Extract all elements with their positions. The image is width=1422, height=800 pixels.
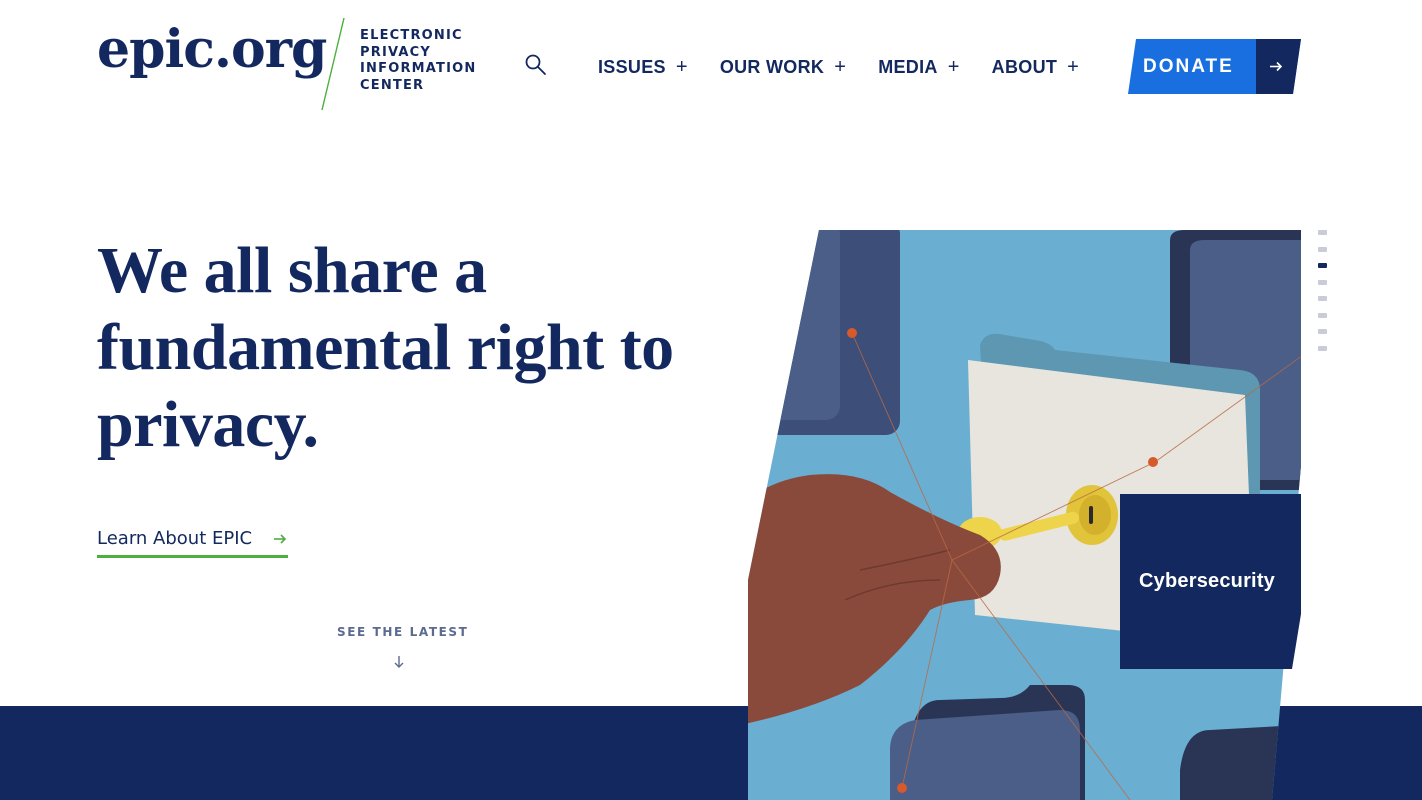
nav-label: ISSUES: [598, 57, 666, 77]
donate-label: DONATE: [1143, 56, 1234, 77]
learn-about-link[interactable]: Learn About EPIC: [97, 528, 288, 558]
logo-divider-slash: [321, 17, 345, 111]
category-badge-label: Cybersecurity: [1139, 570, 1275, 592]
hero-title: We all share a fundamental right to priv…: [97, 234, 674, 461]
pagination-dot[interactable]: [1318, 279, 1327, 285]
nav-item-media[interactable]: MEDIA +: [878, 56, 959, 78]
pagination-dot[interactable]: [1318, 329, 1327, 334]
pagination-dot[interactable]: [1318, 345, 1327, 351]
arrow-right-icon: [274, 534, 287, 544]
slide-pagination: [1318, 230, 1328, 362]
nav-item-our-work[interactable]: OUR WORK +: [720, 56, 846, 78]
site-header: epic.org ELECTRONIC PRIVACY INFORMATION …: [0, 0, 1422, 130]
pagination-dot[interactable]: [1318, 230, 1327, 235]
pagination-dot[interactable]: [1318, 296, 1327, 301]
pagination-dot[interactable]: [1318, 312, 1327, 318]
plus-icon: +: [947, 56, 960, 78]
pagination-dot[interactable]: [1318, 246, 1327, 252]
nav-item-about[interactable]: ABOUT +: [992, 56, 1079, 78]
plus-icon: +: [675, 56, 688, 78]
nav-item-issues[interactable]: ISSUES +: [598, 56, 688, 78]
logo-subtitle-line: ELECTRONIC: [360, 28, 463, 43]
main-nav: ISSUES + OUR WORK + MEDIA + ABOUT +: [598, 56, 1111, 78]
site-logo[interactable]: epic.org: [97, 24, 327, 76]
arrow-down-icon[interactable]: [392, 654, 406, 670]
donate-button[interactable]: DONATE: [1128, 39, 1301, 94]
nav-label: ABOUT: [991, 57, 1058, 77]
see-latest-label[interactable]: SEE THE LATEST: [337, 625, 468, 639]
search-icon[interactable]: [524, 53, 548, 77]
learn-about-label: Learn About EPIC: [97, 528, 253, 549]
logo-subtitle-line: PRIVACY: [360, 44, 431, 60]
plus-icon: +: [834, 56, 847, 78]
nav-label: MEDIA: [878, 57, 938, 77]
logo-subtitle: ELECTRONIC PRIVACY INFORMATION CENTER: [360, 28, 476, 94]
pagination-dot-active[interactable]: [1318, 263, 1327, 268]
logo-subtitle-line: CENTER: [360, 77, 425, 93]
logo-subtitle-line: INFORMATION: [360, 61, 477, 76]
plus-icon: +: [1067, 56, 1080, 78]
nav-label: OUR WORK: [719, 57, 825, 77]
